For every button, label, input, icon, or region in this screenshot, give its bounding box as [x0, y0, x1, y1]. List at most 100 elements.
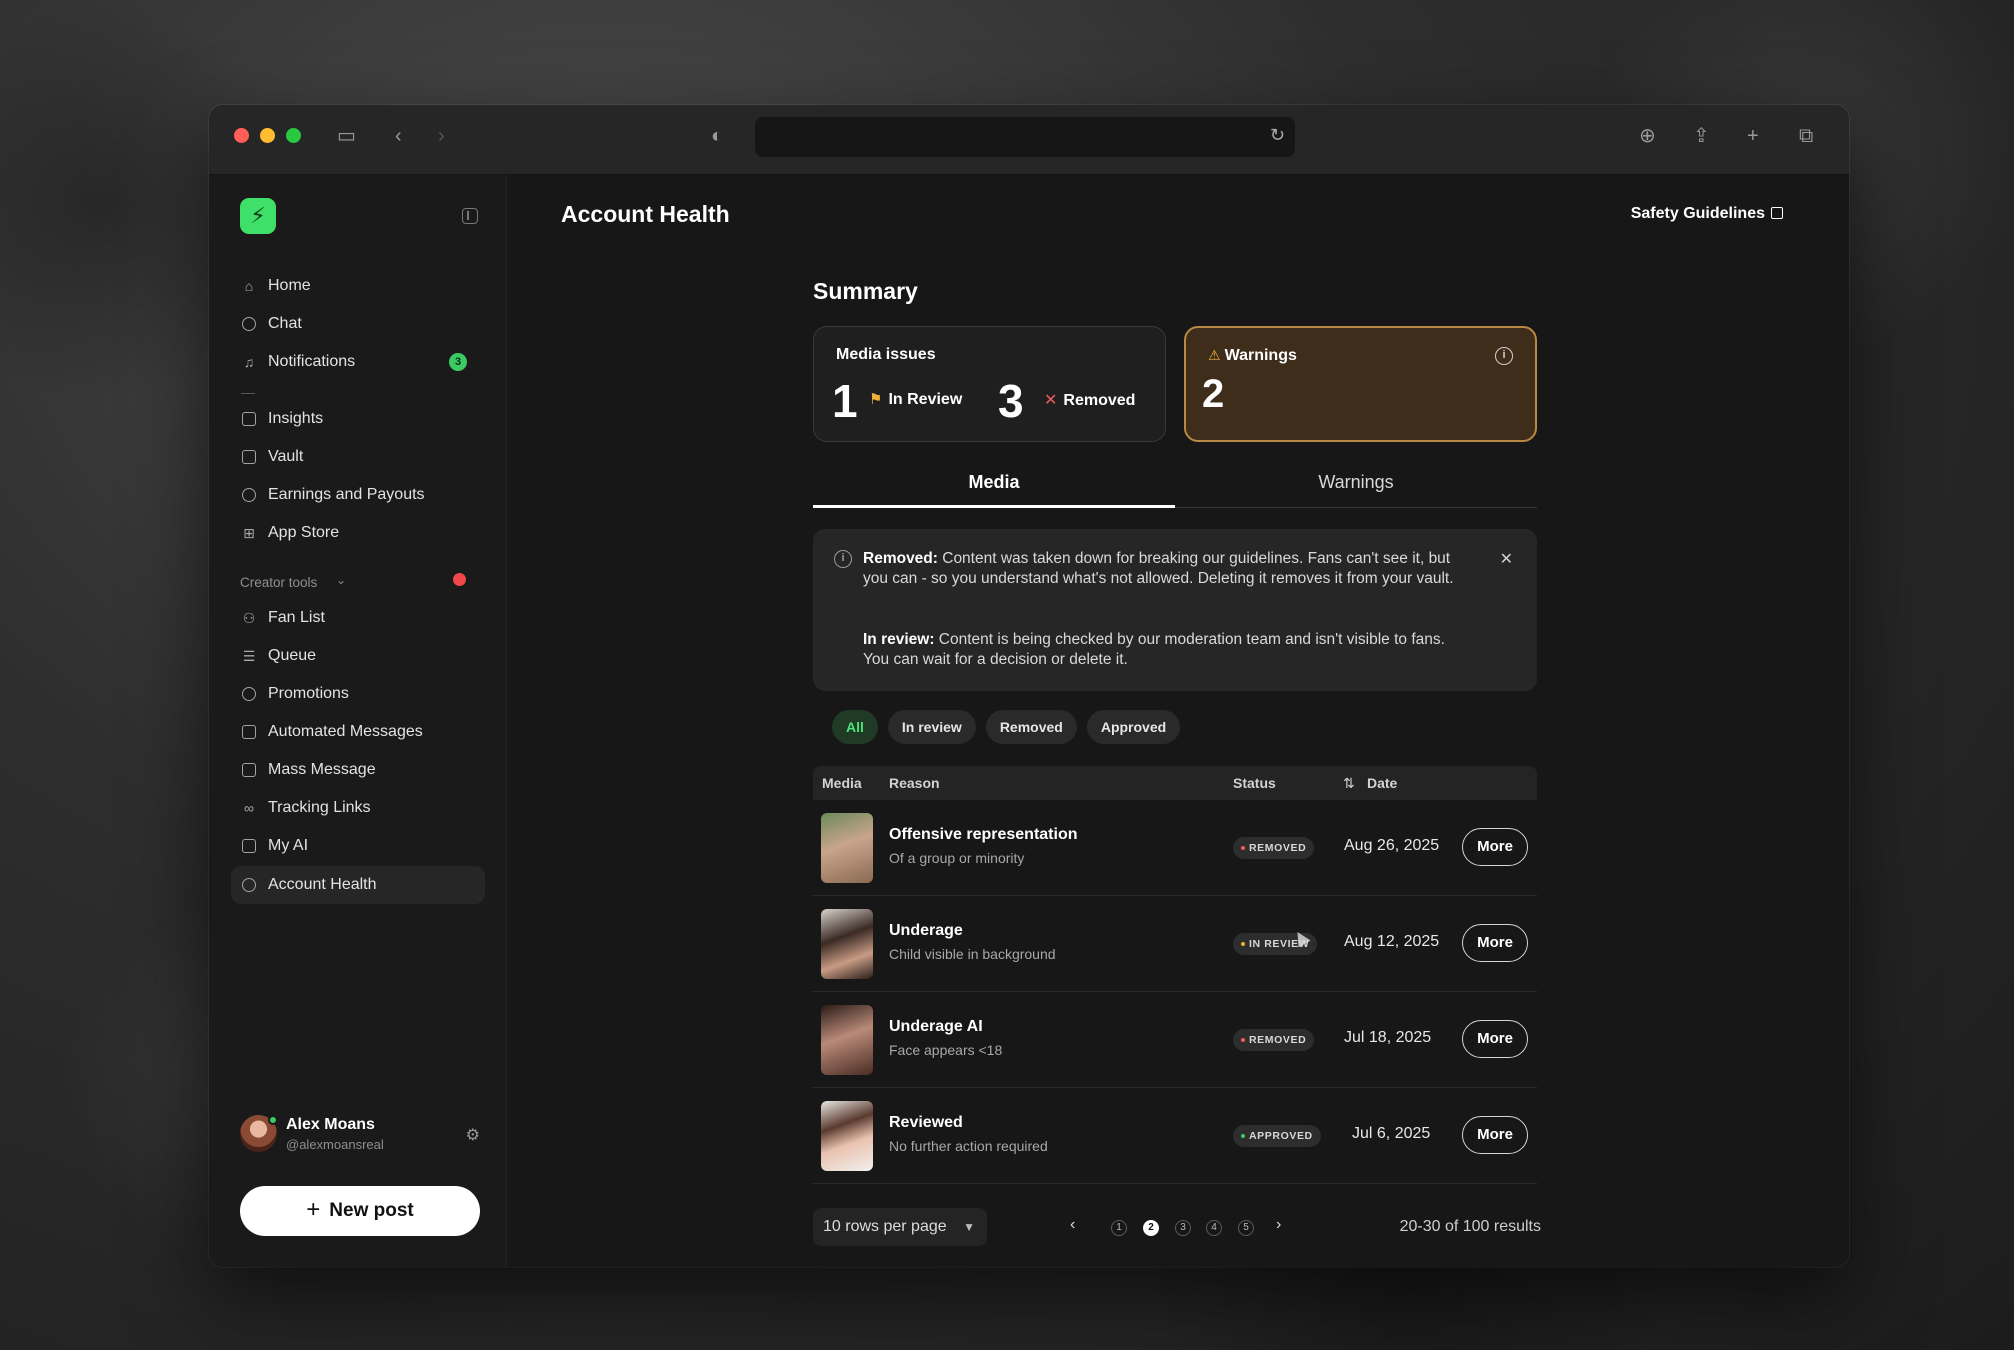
sliders-icon[interactable]: ⚙ — [466, 1125, 480, 1145]
alert-dot — [453, 573, 466, 586]
sidebar-item-my-ai[interactable]: My AI — [231, 827, 485, 865]
status-filter-chips: All In review Removed Approved — [832, 710, 1181, 744]
sidebar: ⚡ ⌂ Home Chat ♫ Notifications 3 Insights — [209, 175, 507, 1267]
close-notice-icon[interactable]: ✕ — [1500, 549, 1513, 569]
new-post-button[interactable]: + New post — [240, 1186, 480, 1236]
chevron-down-icon[interactable]: ⌄ — [336, 573, 346, 587]
page-1[interactable]: 1 — [1111, 1220, 1127, 1236]
creator-tools-label[interactable]: Creator tools — [240, 575, 317, 590]
row-reason-subtitle: No further action required — [889, 1138, 1048, 1154]
sidebar-toggle-icon[interactable]: ▭ — [337, 125, 356, 147]
reload-icon[interactable]: ↻ — [1270, 125, 1285, 146]
forward-arrow-icon[interactable]: › — [438, 125, 445, 147]
sidebar-item-fan-list[interactable]: ⚇ Fan List — [231, 599, 485, 637]
media-thumbnail[interactable] — [821, 1005, 873, 1075]
media-issues-card[interactable]: Media issues 1 ⚑ In Review 3 ✕ Removed — [813, 326, 1166, 442]
collapse-sidebar-icon[interactable] — [462, 208, 478, 224]
page-3[interactable]: 3 — [1175, 1220, 1191, 1236]
address-bar[interactable]: ↻ — [755, 117, 1295, 157]
sidebar-item-queue[interactable]: ☰ Queue — [231, 637, 485, 675]
column-date[interactable]: Date — [1367, 775, 1397, 791]
app-content: ⚡ ⌂ Home Chat ♫ Notifications 3 Insights — [209, 175, 1849, 1267]
rows-per-page-value: 10 rows per page — [823, 1218, 947, 1235]
vault-icon — [240, 448, 258, 466]
column-status: Status — [1233, 775, 1276, 791]
page-4[interactable]: 4 — [1206, 1220, 1222, 1236]
removed-explanation-title: Removed: — [863, 550, 938, 567]
new-tab-icon[interactable]: + — [1747, 125, 1759, 147]
review-explanation-title: In review: — [863, 631, 935, 648]
browser-window: ▭ ‹ › ◐ ↻ ⊕ ⇪ + ⧉ ⚡ ⌂ Home Chat ♫ Notifi… — [209, 105, 1849, 1267]
close-icon: ✕ — [1044, 392, 1058, 409]
list-icon: ☰ — [242, 647, 256, 664]
shield-icon[interactable]: ◐ — [711, 125, 723, 147]
link-icon: ∞ — [244, 800, 254, 816]
tab-overview-icon[interactable]: ⧉ — [1799, 125, 1813, 147]
filter-in-review[interactable]: In review — [887, 710, 976, 744]
tab-media[interactable]: Media — [813, 462, 1175, 508]
sidebar-item-app-store[interactable]: ⊞ App Store — [231, 514, 485, 552]
review-explanation-text: Content is being checked by our moderati… — [863, 631, 1445, 668]
page-2[interactable]: 2 — [1143, 1220, 1159, 1236]
info-icon[interactable]: i — [1495, 347, 1513, 365]
percent-icon — [240, 685, 258, 703]
media-thumbnail[interactable] — [821, 1101, 873, 1171]
sidebar-item-automated-messages[interactable]: Automated Messages — [231, 713, 485, 751]
warnings-card[interactable]: ⚠ Warnings i 2 — [1184, 326, 1537, 442]
minimize-window-button[interactable] — [260, 128, 275, 143]
more-button[interactable]: More — [1462, 924, 1528, 962]
more-button[interactable]: More — [1462, 1116, 1528, 1154]
sort-icon[interactable]: ⇅ — [1343, 775, 1355, 792]
sidebar-item-label: Queue — [268, 647, 317, 664]
table-row: Reviewed No further action required APPR… — [813, 1088, 1537, 1184]
sidebar-divider — [241, 393, 255, 394]
sidebar-item-vault[interactable]: Vault — [231, 438, 485, 476]
media-thumbnail[interactable] — [821, 909, 873, 979]
more-button[interactable]: More — [1462, 1020, 1528, 1058]
column-media: Media — [822, 775, 862, 791]
mass-message-icon — [240, 761, 258, 779]
safety-guidelines-link[interactable]: Safety Guidelines — [1631, 205, 1783, 223]
page-5[interactable]: 5 — [1238, 1220, 1254, 1236]
browser-toolbar: ▭ ‹ › ◐ ↻ ⊕ ⇪ + ⧉ — [209, 105, 1849, 175]
chart-icon — [240, 410, 258, 428]
sidebar-item-insights[interactable]: Insights — [231, 400, 485, 438]
filter-approved[interactable]: Approved — [1086, 710, 1181, 744]
warnings-label: Warnings — [1224, 347, 1297, 364]
rows-per-page-select[interactable]: 10 rows per page ▼ — [813, 1208, 987, 1246]
sidebar-item-earnings[interactable]: Earnings and Payouts — [231, 476, 485, 514]
sidebar-item-tracking-links[interactable]: ∞ Tracking Links — [231, 789, 485, 827]
in-review-tag: ⚑ In Review — [869, 390, 962, 409]
download-icon[interactable]: ⊕ — [1639, 125, 1656, 147]
tab-warnings[interactable]: Warnings — [1175, 462, 1537, 508]
filter-removed[interactable]: Removed — [985, 710, 1077, 744]
main-content: Account Health Safety Guidelines Summary… — [508, 175, 1849, 1267]
back-arrow-icon[interactable]: ‹ — [395, 125, 402, 147]
share-icon[interactable]: ⇪ — [1693, 125, 1710, 147]
close-window-button[interactable] — [234, 128, 249, 143]
external-link-icon — [1771, 207, 1783, 219]
in-review-count: 1 — [832, 375, 858, 427]
sidebar-item-label: Notifications — [268, 353, 356, 370]
profile-handle: @alexmoansreal — [286, 1137, 384, 1152]
sidebar-item-chat[interactable]: Chat — [231, 305, 485, 343]
sidebar-item-notifications[interactable]: ♫ Notifications 3 — [231, 343, 485, 381]
page-title: Account Health — [561, 201, 730, 227]
filter-all[interactable]: All — [832, 710, 878, 744]
sidebar-item-promotions[interactable]: Promotions — [231, 675, 485, 713]
app-logo[interactable]: ⚡ — [240, 198, 276, 234]
prev-page-icon[interactable]: ‹ — [1070, 1216, 1075, 1234]
maximize-window-button[interactable] — [286, 128, 301, 143]
sidebar-item-home[interactable]: ⌂ Home — [231, 267, 485, 305]
table-row: Offensive representation Of a group or m… — [813, 800, 1537, 896]
profile-card[interactable]: Alex Moans @alexmoansreal ⚙ — [240, 1113, 490, 1157]
more-button[interactable]: More — [1462, 828, 1528, 866]
grid-icon: ⊞ — [243, 524, 255, 541]
row-date: Aug 12, 2025 — [1344, 933, 1440, 950]
media-thumbnail[interactable] — [821, 813, 873, 883]
next-page-icon[interactable]: › — [1276, 1216, 1281, 1234]
sidebar-item-account-health[interactable]: Account Health — [231, 866, 485, 904]
status-badge: REMOVED — [1233, 837, 1315, 859]
sidebar-item-mass-message[interactable]: Mass Message — [231, 751, 485, 789]
row-reason-subtitle: Of a group or minority — [889, 850, 1025, 866]
